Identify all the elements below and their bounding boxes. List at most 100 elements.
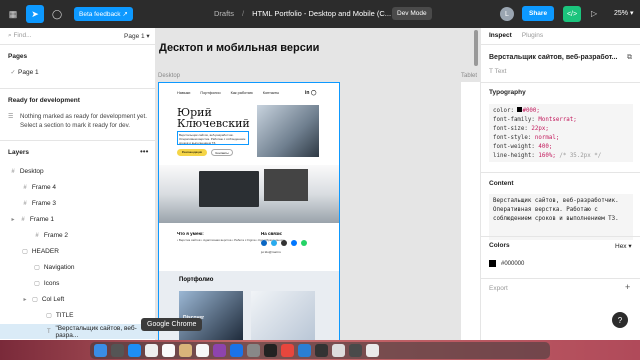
canvas-scrollbar[interactable] — [474, 30, 478, 66]
layer-row-selected[interactable]: T "Верстальщик сайтов, веб-разра... — [0, 324, 156, 339]
css-value: #000; — [522, 108, 540, 114]
design-monitor — [264, 169, 308, 201]
photos-icon[interactable] — [196, 344, 209, 357]
list-icon: ☰ — [8, 114, 14, 120]
chrome-icon[interactable] — [145, 344, 158, 357]
right-panel: Inspect Plugins Верстальщик сайтов, веб-р… — [480, 28, 640, 340]
add-export-button[interactable]: + — [625, 282, 630, 292]
text-icon: T — [46, 328, 51, 335]
page-item-label: Page 1 — [18, 69, 39, 76]
pages-title: Pages — [8, 53, 28, 60]
share-button[interactable]: Share — [522, 6, 555, 21]
layer-row[interactable]: ▸ ▢ Col Left — [0, 292, 156, 307]
design-nav-item: Портфолио — [200, 91, 221, 95]
layer-row[interactable]: # Frame 2 — [0, 228, 156, 243]
frame-label-desktop[interactable]: Desktop — [158, 73, 180, 79]
color-swatch — [489, 260, 496, 267]
avatar[interactable]: L — [500, 7, 514, 21]
design-name: Юрий Ключевский — [177, 107, 250, 129]
preview-icon[interactable] — [332, 344, 345, 357]
design-nav-item: Навыки — [177, 91, 191, 95]
desktop-frame[interactable]: Навыки Портфолио Как работаю Контакты in… — [158, 82, 340, 340]
layer-row[interactable]: ▢ HEADER — [0, 244, 156, 259]
more-icon[interactable]: ••• — [140, 147, 148, 156]
search-input[interactable]: ⌕ Find... — [8, 32, 32, 40]
color-value[interactable]: #000000 — [501, 261, 524, 267]
search-placeholder: Find... — [13, 32, 32, 39]
left-panel: ⌕ Find... Page 1 ▾ Pages ✓ Page 1 Ready f… — [0, 28, 156, 340]
layer-row[interactable]: # Desktop — [0, 164, 156, 179]
expand-icon[interactable]: ▸ — [20, 296, 30, 303]
podcasts-icon[interactable] — [213, 344, 226, 357]
design-subline-selected[interactable]: Верстальщик сайтов, веб-разработчик. Опе… — [177, 131, 249, 145]
section-icon: ▢ — [32, 297, 38, 303]
zoom-level[interactable]: 25% ▾ — [614, 9, 633, 17]
frame-icon: # — [35, 232, 39, 239]
css-code-block[interactable]: color: #000; font-family: Montserrat; fo… — [489, 104, 633, 162]
section-icon: ▢ — [46, 313, 52, 319]
content-title: Content — [489, 180, 514, 187]
css-line: font-family: Montserrat; — [493, 116, 629, 125]
design-portfolio-card: Discover — [179, 291, 243, 340]
page-item[interactable]: ✓ Page 1 — [0, 65, 156, 80]
frame-label-tablet[interactable]: Tablet — [461, 73, 477, 79]
figma-menu-icon[interactable]: ▦ — [4, 5, 22, 23]
launchpad-icon[interactable] — [111, 344, 124, 357]
design-contact-title: На связи: — [261, 231, 283, 236]
telegram-icon — [271, 240, 277, 246]
settings-icon[interactable] — [247, 344, 260, 357]
app-store-icon[interactable] — [230, 344, 243, 357]
layer-label: Navigation — [43, 264, 75, 271]
layer-row[interactable]: ▸ # Frame 1 — [0, 212, 156, 227]
layer-row[interactable]: ▢ Navigation — [0, 260, 156, 275]
move-tool-icon[interactable]: ➤ — [26, 5, 44, 23]
layer-row[interactable]: # Frame 3 — [0, 196, 156, 211]
terminal-icon[interactable] — [315, 344, 328, 357]
css-prop: font-family: — [493, 117, 535, 123]
copy-icon[interactable]: ⧉ — [627, 54, 632, 62]
content-text[interactable]: Верстальщик сайтов, веб-разработчик. Опе… — [489, 194, 633, 240]
css-line: color: #000; — [493, 107, 629, 116]
crumb-drafts[interactable]: Drafts — [214, 9, 234, 18]
vscode-icon[interactable] — [298, 344, 311, 357]
tab-inspect[interactable]: Inspect — [489, 32, 512, 39]
finder-icon[interactable] — [94, 344, 107, 357]
divider — [0, 140, 156, 141]
css-prop: font-size: — [493, 126, 528, 132]
layer-row[interactable]: ▢ TITLE — [0, 308, 156, 323]
notes-icon[interactable] — [179, 344, 192, 357]
telegram-icon[interactable] — [349, 344, 362, 357]
css-value: normal; — [534, 135, 560, 141]
tablet-frame[interactable] — [461, 82, 480, 340]
design-portfolio-card — [251, 291, 315, 340]
help-button[interactable]: ? — [612, 312, 628, 328]
layer-label: Desktop — [19, 168, 44, 175]
ready-title: Ready for development — [8, 97, 80, 104]
layer-type-label: Text — [494, 68, 507, 75]
file-name[interactable]: HTML Portfolio - Desktop and Mobile (C..… — [252, 9, 391, 18]
frame-icon: # — [23, 184, 27, 191]
figma-icon[interactable] — [264, 344, 277, 357]
tab-plugins[interactable]: Plugins — [522, 32, 543, 39]
beta-feedback-button[interactable]: Beta feedback ↗ — [74, 7, 133, 21]
figma-app: ▦ ➤ ◯ Beta feedback ↗ Drafts / HTML Portfo… — [0, 0, 640, 360]
layer-label: Frame 2 — [43, 232, 69, 239]
dev-mode-badge[interactable]: Dev Mode — [392, 7, 432, 20]
divider — [481, 82, 640, 83]
layer-row[interactable]: ▢ Icons — [0, 276, 156, 291]
expand-icon[interactable]: ▸ — [8, 216, 18, 223]
canvas[interactable]: Десктоп и мобильная версии Desktop Table… — [156, 28, 480, 340]
layer-row[interactable]: # Frame 4 — [0, 180, 156, 195]
comment-icon[interactable]: ◯ — [48, 5, 66, 23]
present-icon[interactable]: ▷ — [591, 9, 597, 18]
trash-icon[interactable] — [366, 344, 379, 357]
page-selector[interactable]: Page 1 ▾ — [124, 32, 150, 40]
music-icon[interactable] — [281, 344, 294, 357]
layer-type: T Text — [489, 68, 506, 75]
frame-icon: # — [23, 200, 27, 207]
color-format-select[interactable]: Hex ▾ — [615, 242, 632, 250]
dev-mode-toggle[interactable]: </> — [563, 6, 581, 22]
safari-icon[interactable] — [128, 344, 141, 357]
calendar-icon[interactable] — [162, 344, 175, 357]
canvas-title: Десктоп и мобильная версии — [159, 42, 320, 54]
